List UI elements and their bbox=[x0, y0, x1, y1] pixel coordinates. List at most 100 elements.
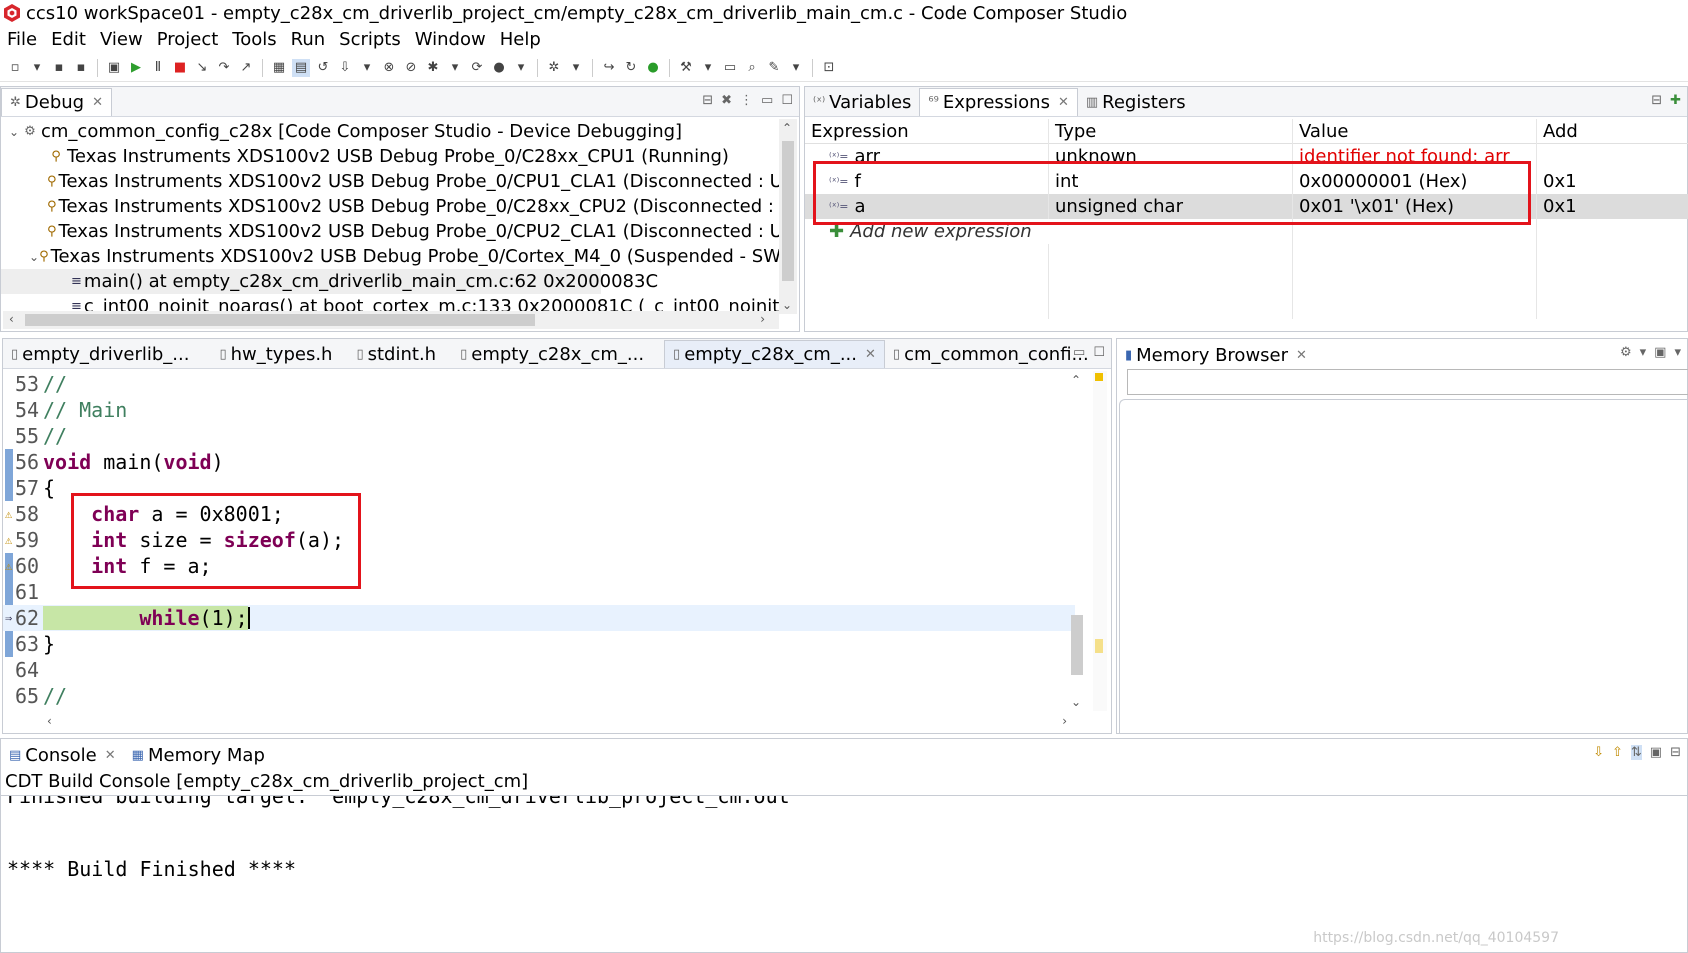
tree-item[interactable]: ⌄ ⚙ cm_common_config_c28x [Code Composer… bbox=[1, 119, 779, 144]
step-return-icon[interactable]: ↗ bbox=[237, 59, 255, 77]
editor-tab-active[interactable]: ▯ empty_c28x_cm_... ✕ bbox=[664, 340, 885, 368]
instruction-step-icon[interactable]: ▤ bbox=[292, 58, 310, 77]
dropdown-icon[interactable]: ▾ bbox=[1674, 345, 1681, 360]
debug-icon[interactable]: ✱ bbox=[424, 59, 442, 77]
column-header-address[interactable]: Add bbox=[1537, 119, 1687, 144]
code-line[interactable]: 54// Main bbox=[3, 397, 1075, 423]
code-line[interactable]: 61 bbox=[3, 579, 1075, 605]
minimize-icon[interactable]: ▭ bbox=[761, 93, 773, 108]
chevron-down-icon[interactable]: ⌄ bbox=[29, 250, 39, 264]
scroll-lock-icon[interactable]: ⇅ bbox=[1630, 745, 1642, 760]
tab-console[interactable]: ▤ Console ✕ bbox=[1, 741, 124, 769]
terminate-icon[interactable]: ■ bbox=[171, 59, 189, 77]
collapse-all-icon[interactable]: ⊟ bbox=[702, 93, 713, 108]
warning-icon[interactable]: ⚠ bbox=[5, 533, 12, 547]
code-line[interactable]: 65// bbox=[3, 683, 1075, 709]
open-perspective-icon[interactable]: ⊡ bbox=[820, 59, 838, 77]
column-header-value[interactable]: Value bbox=[1293, 118, 1537, 144]
tab-registers[interactable]: ▥ Registers bbox=[1078, 88, 1194, 116]
window-icon[interactable]: ▭ bbox=[721, 59, 739, 77]
connect-icon[interactable]: ⊗ bbox=[380, 59, 398, 77]
display-icon[interactable]: ▣ bbox=[1650, 745, 1662, 760]
refresh-icon[interactable]: ⟳ bbox=[468, 59, 486, 77]
scrollbar-thumb[interactable] bbox=[1071, 615, 1083, 675]
menu-view[interactable]: View bbox=[93, 29, 150, 50]
add-expression-cell[interactable]: ✚ Add new expression bbox=[805, 219, 1293, 244]
warning-icon[interactable]: ⚠ bbox=[5, 507, 12, 521]
loop-icon[interactable]: ↻ bbox=[622, 59, 640, 77]
step-into-icon[interactable]: ↘ bbox=[193, 59, 211, 77]
view-menu-icon[interactable]: ⋮ bbox=[740, 93, 753, 108]
table-row[interactable]: ⁽ˣ⁾= a unsigned char 0x01 '\x01' (Hex) 0… bbox=[805, 194, 1688, 219]
disconnect-icon[interactable]: ⊘ bbox=[402, 59, 420, 77]
close-icon[interactable]: ✕ bbox=[105, 748, 116, 763]
pin-console-icon[interactable]: ⊟ bbox=[1670, 745, 1681, 760]
green-dot-icon[interactable]: ● bbox=[644, 59, 662, 77]
remove-terminated-icon[interactable]: ✖ bbox=[721, 93, 732, 108]
add-icon[interactable]: ✚ bbox=[1670, 93, 1681, 108]
dropdown-icon[interactable]: ▾ bbox=[28, 59, 46, 77]
dropdown-icon[interactable]: ▾ bbox=[446, 59, 464, 77]
editor-tab[interactable]: ▯ empty_c28x_cm_... bbox=[452, 340, 652, 368]
dropdown-icon[interactable]: ▾ bbox=[1640, 345, 1647, 360]
menu-edit[interactable]: Edit bbox=[44, 29, 93, 50]
code-line[interactable]: 57{ bbox=[3, 475, 1075, 501]
dropdown-icon[interactable]: ▾ bbox=[787, 59, 805, 77]
tab-expressions[interactable]: ⁶⁹ Expressions ✕ bbox=[919, 88, 1078, 116]
code-line[interactable]: ⚠ 60 int f = a; bbox=[3, 553, 1075, 579]
chevron-left-icon[interactable]: ‹ bbox=[47, 714, 52, 728]
menu-help[interactable]: Help bbox=[493, 29, 548, 50]
debug-vertical-scrollbar[interactable]: ⌃ ⌄ bbox=[779, 119, 797, 314]
code-line[interactable]: 53// bbox=[3, 371, 1075, 397]
overview-marker[interactable] bbox=[1095, 373, 1103, 381]
chevron-left-icon[interactable]: ‹ bbox=[9, 312, 14, 326]
settings-icon[interactable]: ⚙ bbox=[1620, 345, 1632, 360]
code-line[interactable]: ⚠ 58 char a = 0x8001; bbox=[3, 501, 1075, 527]
scrollbar-thumb[interactable] bbox=[782, 141, 794, 281]
menu-tools[interactable]: Tools bbox=[225, 29, 283, 50]
table-row[interactable]: ⁽ˣ⁾= f int 0x00000001 (Hex) 0x1 bbox=[805, 169, 1688, 194]
close-icon[interactable]: ✕ bbox=[865, 347, 876, 362]
menu-scripts[interactable]: Scripts bbox=[332, 29, 408, 50]
maximize-icon[interactable]: ☐ bbox=[781, 93, 793, 108]
debug-horizontal-scrollbar[interactable]: ‹ › bbox=[3, 311, 779, 329]
tab-memory-browser[interactable]: ▮ Memory Browser ✕ bbox=[1117, 341, 1315, 369]
editor-tab[interactable]: ▯ stdint.h bbox=[348, 340, 444, 368]
new-icon[interactable]: ▫ bbox=[6, 59, 24, 77]
menu-project[interactable]: Project bbox=[150, 29, 226, 50]
chevron-up-icon[interactable]: ⌃ bbox=[782, 121, 792, 135]
editor-tab[interactable]: ▯ cm_common_confi... bbox=[885, 340, 1097, 368]
tab-debug[interactable]: ✲ Debug ✕ bbox=[1, 88, 113, 116]
grid-icon[interactable]: ▦ bbox=[270, 59, 288, 77]
code-line[interactable]: ⚠ 59 int size = sizeof (a); bbox=[3, 527, 1075, 553]
tab-variables[interactable]: ⁽ˣ⁾ Variables bbox=[805, 88, 919, 116]
menu-file[interactable]: File bbox=[0, 29, 44, 50]
dropdown-icon[interactable]: ▾ bbox=[358, 59, 376, 77]
resume-icon[interactable]: ▶ bbox=[127, 59, 145, 77]
column-header-type[interactable]: Type bbox=[1049, 118, 1293, 144]
scroll-up-icon[interactable]: ⇧ bbox=[1612, 745, 1623, 760]
tree-item[interactable]: ⚲ Texas Instruments XDS100v2 USB Debug P… bbox=[1, 144, 779, 169]
table-row[interactable]: ⁽ˣ⁾= arr unknown identifier not found: a… bbox=[805, 144, 1688, 169]
hammer-icon[interactable]: ⚒ bbox=[677, 59, 695, 77]
warning-icon[interactable]: ⚠ bbox=[5, 559, 12, 573]
menu-window[interactable]: Window bbox=[408, 29, 493, 50]
scroll-down-icon[interactable]: ⇩ bbox=[1593, 745, 1604, 760]
chevron-down-icon[interactable]: ⌄ bbox=[782, 298, 792, 312]
bug-icon[interactable]: ✲ bbox=[545, 59, 563, 77]
search-icon[interactable]: ⌕ bbox=[743, 59, 761, 77]
dropdown-icon[interactable]: ▾ bbox=[567, 59, 585, 77]
close-icon[interactable]: ✕ bbox=[1058, 95, 1069, 110]
close-icon[interactable]: ✕ bbox=[92, 95, 103, 110]
new-tab-icon[interactable]: ▣ bbox=[1654, 345, 1666, 360]
editor-tab[interactable]: ▯ hw_types.h bbox=[211, 340, 340, 368]
stack-frame-item[interactable]: ≡ main() at empty_c28x_cm_driverlib_main… bbox=[1, 269, 658, 294]
code-line[interactable]: 64 bbox=[3, 657, 1075, 683]
tree-item[interactable]: ⚲ Texas Instruments XDS100v2 USB Debug P… bbox=[1, 194, 779, 219]
code-line[interactable]: 63} bbox=[3, 631, 1075, 657]
close-icon[interactable]: ✕ bbox=[1296, 348, 1307, 363]
chevron-right-icon[interactable]: › bbox=[760, 312, 765, 326]
tree-item[interactable]: ⌄ ⚲ Texas Instruments XDS100v2 USB Debug… bbox=[1, 244, 779, 269]
memory-address-input[interactable] bbox=[1127, 369, 1688, 395]
chevron-up-icon[interactable]: ⌃ bbox=[1071, 373, 1081, 387]
